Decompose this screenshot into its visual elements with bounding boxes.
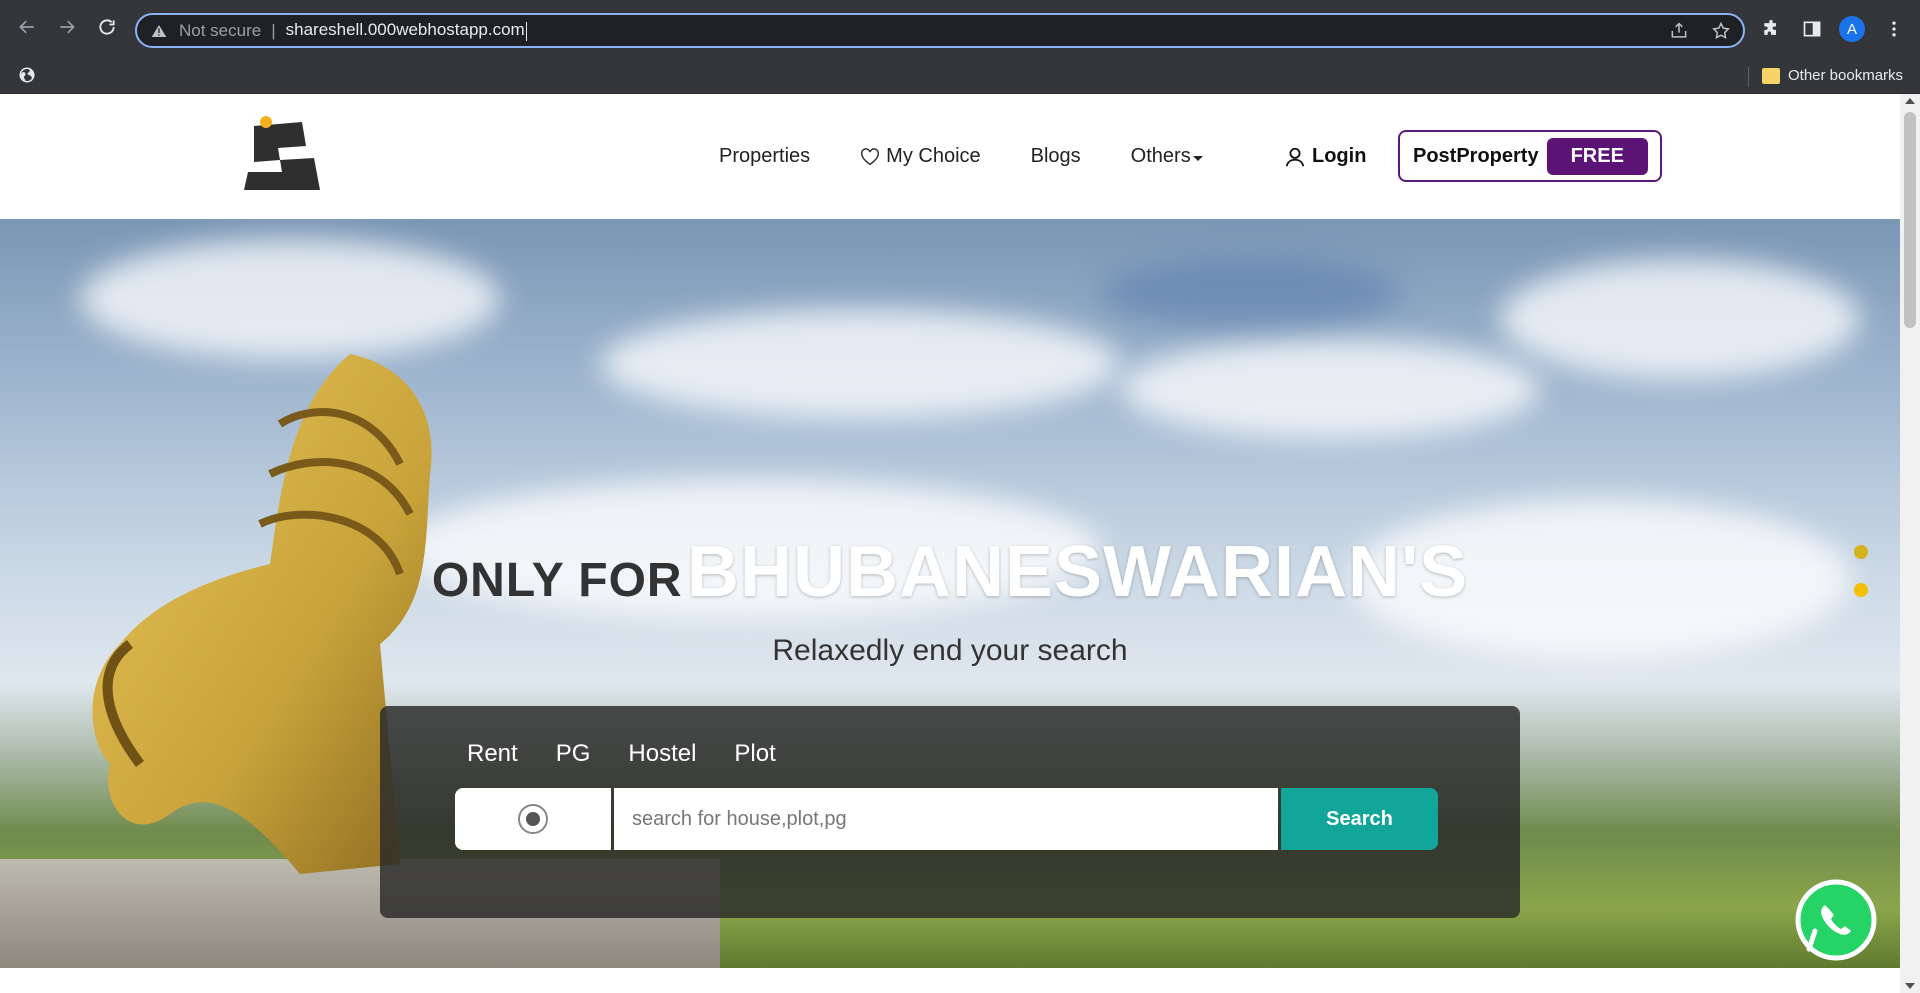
tab-plot[interactable]: Plot: [734, 740, 775, 768]
location-radio-box[interactable]: [455, 788, 611, 850]
forward-icon[interactable]: [55, 15, 79, 39]
post-property-button[interactable]: PostProperty FREE: [1398, 130, 1662, 182]
not-secure-label[interactable]: Not secure: [179, 21, 261, 41]
omnibox-separator: |: [271, 20, 276, 40]
tab-pg[interactable]: PG: [556, 740, 591, 768]
bookmarks-bar: Other bookmarks: [0, 58, 1920, 94]
cloud-shape: [80, 239, 500, 359]
hero-title-prefix: ONLY FOR: [431, 554, 683, 607]
folder-icon: [1762, 67, 1780, 84]
nav-my-choice-label: My Choice: [886, 145, 981, 167]
site-header: Properties My Choice Blogs Others Login …: [0, 94, 1900, 219]
search-row: Search: [455, 788, 1438, 850]
heart-icon: [861, 147, 880, 165]
page-viewport: Properties My Choice Blogs Others Login …: [0, 94, 1920, 993]
cloud-shape: [1500, 259, 1860, 379]
reload-icon[interactable]: [95, 15, 119, 39]
carousel-dots: [1854, 545, 1868, 597]
radio-dot: [526, 812, 540, 826]
url-value: shareshell.000webhostapp.com: [285, 20, 525, 40]
page-scrollbar[interactable]: [1900, 94, 1920, 993]
cloud-shape: [1120, 339, 1540, 439]
warning-icon[interactable]: [151, 22, 169, 40]
address-bar[interactable]: Not secure | shareshell.000webhostapp.co…: [135, 13, 1745, 48]
bookmark-star-icon[interactable]: [1711, 21, 1731, 46]
other-bookmarks-label: Other bookmarks: [1788, 67, 1904, 84]
globe-icon[interactable]: [18, 66, 38, 86]
hero-title-main: BHUBANESWARIAN'S: [687, 532, 1469, 612]
login-label: Login: [1312, 145, 1367, 167]
scroll-up-arrow[interactable]: [1905, 98, 1915, 104]
hero-banner: ONLY FOR BHUBANESWARIAN'S Relaxedly end …: [0, 219, 1900, 968]
hero-subtitle: Relaxedly end your search: [772, 634, 1128, 667]
side-panel-icon[interactable]: [1801, 18, 1823, 40]
caret-down-icon: [1192, 156, 1203, 161]
other-bookmarks[interactable]: Other bookmarks: [1762, 67, 1903, 84]
carousel-dot[interactable]: [1854, 545, 1868, 559]
share-icon[interactable]: [1669, 21, 1689, 46]
free-badge: FREE: [1546, 137, 1648, 175]
main-nav: Properties My Choice Blogs Others: [719, 145, 1253, 168]
menu-dots-icon[interactable]: [1883, 18, 1905, 40]
sky-patch: [1100, 259, 1400, 329]
browser-toolbar: Not secure | shareshell.000webhostapp.co…: [0, 0, 1920, 58]
hero-title: ONLY FOR BHUBANESWARIAN'S: [0, 531, 1900, 613]
scroll-down-arrow[interactable]: [1905, 983, 1915, 989]
scroll-thumb[interactable]: [1904, 112, 1916, 328]
nav-blogs-label: Blogs: [1030, 145, 1081, 167]
nav-blogs[interactable]: Blogs: [1031, 145, 1081, 168]
text-caret: [525, 21, 527, 41]
search-input[interactable]: [614, 788, 1278, 850]
nav-properties[interactable]: Properties: [719, 145, 810, 168]
tab-hostel[interactable]: Hostel: [628, 740, 696, 768]
post-property-label: PostProperty: [1413, 144, 1539, 167]
nav-my-choice[interactable]: My Choice: [860, 145, 981, 168]
carousel-dot-active[interactable]: [1854, 583, 1868, 597]
tab-rent[interactable]: Rent: [467, 740, 518, 768]
cloud-shape: [600, 309, 1120, 419]
extensions-icon[interactable]: [1760, 18, 1782, 40]
radio-button[interactable]: [518, 804, 548, 834]
nav-others-dropdown[interactable]: Others: [1131, 145, 1203, 168]
nav-properties-label: Properties: [719, 145, 811, 167]
user-icon: [1285, 147, 1305, 166]
search-panel: Rent PG Hostel Plot Search: [380, 706, 1520, 918]
site-logo[interactable]: [244, 116, 320, 190]
profile-avatar[interactable]: A: [1839, 16, 1865, 42]
search-tabs: Rent PG Hostel Plot: [467, 740, 776, 768]
search-button[interactable]: Search: [1281, 788, 1438, 850]
url-text[interactable]: shareshell.000webhostapp.com: [285, 20, 527, 41]
back-icon[interactable]: [15, 15, 39, 39]
login-link[interactable]: Login: [1284, 145, 1366, 168]
bookmarks-divider: [1748, 67, 1749, 87]
nav-others-label: Others: [1130, 145, 1191, 167]
whatsapp-icon[interactable]: [1795, 879, 1877, 961]
